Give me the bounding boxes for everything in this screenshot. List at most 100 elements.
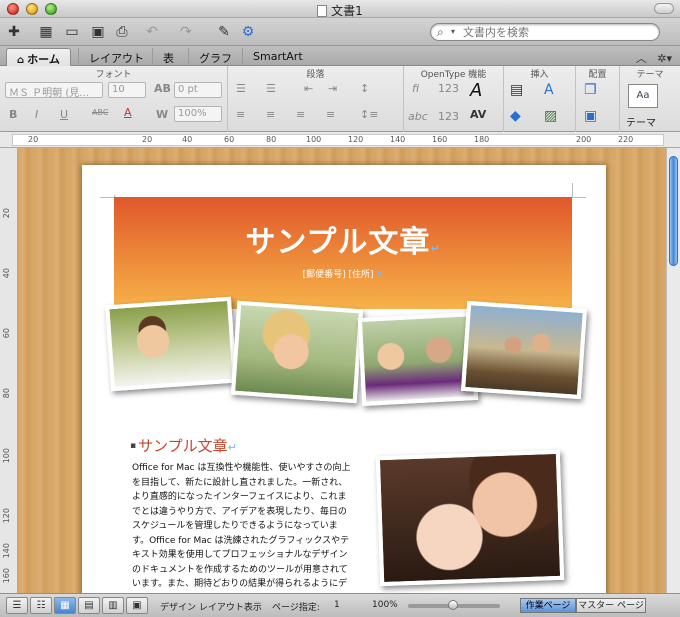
notebook-view-button[interactable]: ▥ <box>102 597 124 614</box>
draft-view-button[interactable]: ☰ <box>6 597 28 614</box>
body-paragraph[interactable]: Office for Mac は互換性や機能性、使いやすさの向上 を目指して、新… <box>132 461 377 592</box>
banner-address[interactable]: [郵便番号] [住所] ¤ <box>114 267 572 280</box>
italic-icon[interactable]: I <box>35 108 38 121</box>
picture-icon[interactable]: ▨ <box>544 108 557 124</box>
vertical-scrollbar[interactable] <box>666 148 680 593</box>
ruler-mark: 20 <box>28 135 39 144</box>
margin-guide <box>572 183 573 197</box>
margin-guide <box>100 197 114 198</box>
photo-girl-laughing[interactable] <box>230 300 364 404</box>
outline-view-button[interactable]: ☷ <box>30 597 52 614</box>
undo-icon[interactable]: ↶ <box>142 22 162 42</box>
ruler-mark: 140 <box>390 135 406 144</box>
document-page[interactable]: サンプル文章↵ [郵便番号] [住所] ¤ ▪ サンプル文章↵ Office fo… <box>82 165 606 593</box>
redo-icon[interactable]: ↷ <box>176 22 196 42</box>
photo-relaxing-couple-image <box>465 305 583 395</box>
font-name-field[interactable]: ＭＳ Ｐ明朝 (見… <box>5 82 103 98</box>
align-right-icon[interactable]: ≡ <box>296 108 305 121</box>
vertical-ruler[interactable]: 20 40 60 80 100 120 140 160 <box>0 148 18 593</box>
banner-title[interactable]: サンプル文章↵ <box>114 217 572 261</box>
stylistic-set-icon[interactable]: A <box>470 80 482 101</box>
align-left-icon[interactable]: ≡ <box>236 108 245 121</box>
photo-boy[interactable] <box>105 296 237 392</box>
theme-label[interactable]: テーマ <box>626 114 656 129</box>
ligatures-icon[interactable]: fi <box>412 82 419 95</box>
scroll-thumb[interactable] <box>669 156 678 266</box>
fullscreen-view-button[interactable]: ▣ <box>126 597 148 614</box>
opentype-group-label: OpenType 機能 <box>420 70 487 80</box>
scale-field[interactable]: 100% <box>174 106 222 122</box>
ruler-mark: 20 <box>142 135 153 144</box>
number-spacing-icon[interactable]: 123 <box>438 110 459 123</box>
document-icon <box>317 5 328 17</box>
photo-family-table-image <box>361 316 475 402</box>
bold-icon[interactable]: B <box>9 108 17 121</box>
print-icon[interactable]: ⎙ <box>112 22 132 42</box>
photo-girl-laughing-image <box>235 304 359 400</box>
strikethrough-icon[interactable]: ABC <box>92 108 108 117</box>
horizontal-ruler[interactable]: 20 20 40 60 80 100 120 140 160 180 200 2… <box>0 132 680 148</box>
increase-indent-icon[interactable]: ⇥ <box>328 82 337 95</box>
ruler-mark: 40 <box>182 135 193 144</box>
align-center-icon[interactable]: ≡ <box>266 108 275 121</box>
tab-table[interactable]: 表 <box>152 48 184 66</box>
bullets-icon[interactable]: ☰ <box>236 82 246 95</box>
standard-toolbar: ✚ ▦ ▭ ▣ ⎙ ↶ ↷ ✎ ⚙ ⌕ ▾ <box>0 18 680 46</box>
toolbox-icon[interactable]: ⚙ <box>238 22 258 42</box>
section-heading[interactable]: ▪ サンプル文章↵ <box>130 435 237 456</box>
zoom-slider-knob[interactable] <box>448 600 458 610</box>
vruler-mark: 140 <box>2 543 11 559</box>
theme-group: テーマ Aa テーマ <box>620 66 680 132</box>
tab-charts[interactable]: グラフ <box>188 48 242 66</box>
line-spacing-icon[interactable]: ↕≡ <box>360 108 378 121</box>
tab-smartart[interactable]: SmartArt <box>242 48 313 66</box>
spacing-field[interactable]: 0 pt <box>174 82 222 98</box>
sort-icon[interactable]: ↕ <box>360 82 369 95</box>
page-number[interactable]: 1 <box>334 600 340 610</box>
font-color-icon[interactable]: A <box>124 106 132 119</box>
header-banner[interactable]: サンプル文章↵ [郵便番号] [住所] ¤ <box>114 197 572 309</box>
body-line: スケジュールを管理したりできるようになっていま <box>132 521 338 531</box>
save-icon[interactable]: ▣ <box>88 22 108 42</box>
numbering-icon[interactable]: ☰ <box>266 82 276 95</box>
search-field[interactable]: ⌕ ▾ <box>430 23 660 41</box>
width-icon[interactable]: W <box>156 108 168 121</box>
publishing-layout-view-button[interactable]: ▦ <box>54 597 76 614</box>
underline-icon[interactable]: U <box>60 108 68 121</box>
open-folder-icon[interactable]: ▭ <box>62 22 82 42</box>
justify-icon[interactable]: ≡ <box>326 108 335 121</box>
tab-layout[interactable]: レイアウト <box>78 48 154 66</box>
number-forms-icon[interactable]: 123 <box>438 82 459 95</box>
text-box-icon[interactable]: ▤ <box>510 82 523 98</box>
photo-family-table[interactable] <box>357 312 479 406</box>
ribbon-settings-icon[interactable]: ✲▾ <box>657 52 672 65</box>
print-layout-view-button[interactable]: ▤ <box>78 597 100 614</box>
zoom-slider[interactable] <box>408 600 500 610</box>
photo-mother-baby[interactable] <box>375 449 565 587</box>
toolbar-toggle-button[interactable] <box>654 3 674 14</box>
font-size-field[interactable]: 10 <box>108 82 146 98</box>
tab-work-page[interactable]: 作業ページ <box>520 598 576 613</box>
theme-thumbnail-icon[interactable]: Aa <box>628 84 658 108</box>
new-document-icon[interactable]: ✚ <box>4 22 24 42</box>
window-title: 文書1 <box>0 2 680 19</box>
format-painter-icon[interactable]: ✎ <box>214 22 234 42</box>
tab-master-page[interactable]: マスター ページ <box>576 598 646 613</box>
collapse-ribbon-icon[interactable]: ︿ <box>636 52 647 65</box>
kerning-icon[interactable]: AV <box>470 108 486 121</box>
arrange-icon[interactable]: ❐ <box>584 82 597 98</box>
wordart-icon[interactable]: A <box>544 82 554 98</box>
shape-icon[interactable]: ◆ <box>510 108 521 124</box>
tab-home[interactable]: ⌂ ホーム <box>6 48 71 66</box>
photo-relaxing-couple[interactable] <box>461 300 587 400</box>
font-group: フォント ＭＳ Ｐ明朝 (見… 10 AB 0 pt B I U ABC A W… <box>0 66 228 132</box>
gallery-icon[interactable]: ▦ <box>36 22 56 42</box>
small-caps-icon[interactable]: abc <box>408 110 428 123</box>
search-input[interactable] <box>463 25 653 39</box>
search-options-icon[interactable]: ▾ <box>451 27 455 36</box>
wrap-icon[interactable]: ▣ <box>584 108 597 124</box>
ruler-mark: 160 <box>432 135 448 144</box>
insert-group-label: 挿入 <box>530 70 549 80</box>
opentype-group: OpenType 機能 fi 123 A abc 123 AV <box>404 66 504 132</box>
decrease-indent-icon[interactable]: ⇤ <box>304 82 313 95</box>
